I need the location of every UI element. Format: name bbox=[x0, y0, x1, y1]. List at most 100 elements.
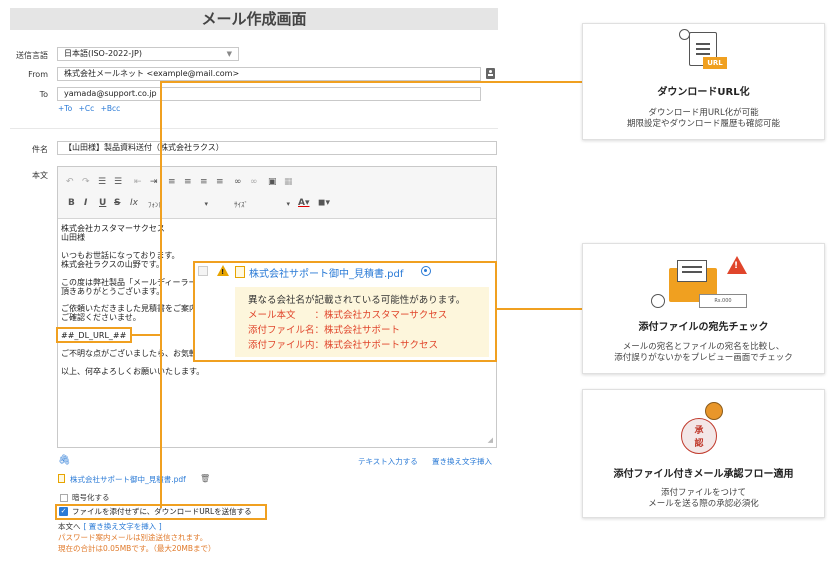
approval-stamp-icon: 承 認 bbox=[681, 418, 717, 454]
bold-icon[interactable]: B bbox=[68, 198, 75, 208]
link-icon[interactable]: ∞ bbox=[234, 177, 242, 187]
eye-icon[interactable] bbox=[421, 266, 431, 276]
from-select[interactable]: 株式会社メールネット <example@mail.com> bbox=[57, 67, 481, 81]
dl-url-label: ファイルを添付せずに、ダウンロードURLを送信する bbox=[72, 507, 252, 516]
size-note: 現在の合計は0.05MBです。（最大20MBまで） bbox=[58, 544, 216, 553]
body-line: ご不明な点がございましたら、お気軽 bbox=[61, 349, 197, 358]
editor-toolbar: ↶ ↷ ☰ ☰ ⇤ ⇥ ≡ ≡ ≡ ≡ ∞ ∞ ▣ ▦ B I U S Ix ﾌ… bbox=[58, 167, 496, 219]
unlink-icon[interactable]: ∞ bbox=[250, 177, 258, 187]
redo-icon[interactable]: ↷ bbox=[82, 177, 90, 187]
subject-label: 件名 bbox=[32, 145, 48, 154]
url-badge: URL bbox=[703, 57, 727, 69]
warning-row-filename: 添付ファイル名：株式会社サポート bbox=[248, 325, 401, 336]
trash-icon[interactable]: 🗑 bbox=[200, 474, 210, 483]
align-center-icon[interactable]: ≡ bbox=[184, 177, 192, 187]
to-label: To bbox=[39, 90, 48, 99]
text-input-link[interactable]: テキスト入力する bbox=[358, 456, 418, 467]
font-select[interactable]: ﾌｫﾝﾄ ▾ bbox=[148, 200, 208, 210]
encrypt-label: 暗号化する bbox=[72, 493, 110, 502]
address-book-icon[interactable] bbox=[486, 68, 495, 79]
body-line: ご依頼いただきました見積書をご案内 bbox=[61, 304, 197, 313]
align-right-icon[interactable]: ≡ bbox=[200, 177, 208, 187]
bg-color-icon[interactable]: ◼▾ bbox=[318, 198, 330, 208]
encrypt-checkbox[interactable] bbox=[60, 494, 68, 502]
add-to-link[interactable]: +To bbox=[58, 104, 72, 113]
table-icon[interactable]: ▦ bbox=[284, 177, 293, 187]
body-line: 株式会社カスタマーサクセス bbox=[61, 224, 165, 233]
card-desc: 期限設定やダウンロード履歴も確認可能 bbox=[626, 119, 780, 129]
feature-card-download-url: URL ダウンロードURL化 ダウンロード用URL化が可能 期限設定やダウンロー… bbox=[582, 23, 825, 140]
stamp-char: 承 bbox=[694, 426, 704, 436]
page-title: メール作成画面 bbox=[10, 8, 498, 30]
body-to-prefix: 本文へ bbox=[58, 522, 81, 531]
connector-line bbox=[131, 334, 161, 336]
feature-card-approval-flow: 承 認 添付ファイル付きメール承認フロー適用 添付ファイルをつけて メールを送る… bbox=[582, 389, 825, 518]
divider bbox=[10, 128, 498, 129]
connector-line bbox=[160, 81, 582, 83]
size-select[interactable]: ｻｲｽﾞ ▾ bbox=[234, 200, 290, 210]
replace-insert-link[interactable]: 置き換え文字挿入 bbox=[432, 456, 492, 467]
card-desc: ダウンロード用URL化が可能 bbox=[648, 108, 759, 118]
body-line: 株式会社ラクスの山野です。 bbox=[61, 260, 164, 269]
dl-url-checkbox[interactable]: ✓ bbox=[59, 507, 68, 516]
insert-placeholder-link[interactable]: [ 置き換え文字を挿入 ] bbox=[84, 522, 162, 531]
resize-handle-icon[interactable]: ◢ bbox=[488, 436, 493, 444]
chevron-down-icon: ▾ bbox=[286, 200, 290, 208]
size-select-label: ｻｲｽﾞ bbox=[234, 201, 248, 209]
doc-card-icon: Rs.000 bbox=[699, 294, 747, 308]
feature-card-attachment-check: ! Rs.000 添付ファイルの宛先チェック メールの宛名とファイルの宛名を比較… bbox=[582, 243, 825, 374]
justify-icon[interactable]: ≡ bbox=[216, 177, 224, 187]
body-line: この度は弊社製品「メールディーラー bbox=[61, 278, 197, 287]
text-color-icon[interactable]: A▾ bbox=[298, 198, 309, 208]
italic-icon[interactable]: I bbox=[84, 198, 87, 208]
paperclip-icon bbox=[679, 29, 690, 40]
charset-label: 送信言語 bbox=[16, 51, 48, 60]
indent-icon[interactable]: ⇥ bbox=[150, 177, 158, 187]
add-bcc-link[interactable]: +Bcc bbox=[101, 104, 121, 113]
align-left-icon[interactable]: ≡ bbox=[168, 177, 176, 187]
checkbox[interactable] bbox=[198, 266, 208, 276]
image-icon[interactable]: ▣ bbox=[268, 177, 277, 187]
body-label: 本文 bbox=[32, 171, 48, 180]
password-note: パスワード案内メールは別途送信されます。 bbox=[58, 533, 208, 542]
card-title: ダウンロードURL化 bbox=[657, 87, 750, 98]
bullet-list-icon[interactable]: ☰ bbox=[114, 177, 122, 187]
add-cc-link[interactable]: +Cc bbox=[79, 104, 95, 113]
warning-row-body: メール本文 ：株式会社カスタマーサクセス bbox=[248, 310, 448, 321]
card-desc: 添付ファイルをつけて bbox=[660, 488, 746, 498]
warning-row-filecontent: 添付ファイル内：株式会社サポートサクセス bbox=[248, 340, 439, 351]
numbered-list-icon[interactable]: ☰ bbox=[98, 177, 106, 187]
chevron-down-icon: ▼ bbox=[226, 50, 232, 58]
body-line: 以上、何卒よろしくお願いいたします。 bbox=[61, 367, 205, 376]
card-desc: 添付誤りがないかをプレビュー画面でチェック bbox=[614, 353, 793, 363]
placeholder-highlight bbox=[56, 327, 132, 343]
underline-icon[interactable]: U bbox=[99, 198, 106, 208]
charset-select[interactable]: 日本語(ISO-2022-JP) ▼ bbox=[57, 47, 239, 61]
undo-icon[interactable]: ↶ bbox=[66, 177, 74, 187]
card-desc: メールの宛名とファイルの宛名を比較し、 bbox=[622, 342, 785, 352]
connector-line bbox=[160, 81, 162, 508]
card-title: 添付ファイルの宛先チェック bbox=[638, 322, 769, 333]
pin-icon bbox=[705, 402, 723, 420]
chevron-down-icon: ▾ bbox=[204, 200, 208, 208]
body-to-line: 本文へ[ 置き換え文字を挿入 ] bbox=[58, 522, 162, 532]
attachment-check-popup: ! 株式会社サポート御中_見積書.pdf 異なる会社名が記載されている可能性があ… bbox=[193, 261, 497, 362]
paperclip-icon[interactable]: 🖇 bbox=[58, 455, 71, 466]
warning-icon-mark: ! bbox=[221, 268, 225, 276]
attachment-filename[interactable]: 株式会社サポート御中_見積書.pdf bbox=[70, 474, 186, 485]
card-title: 添付ファイル付きメール承認フロー適用 bbox=[613, 469, 794, 480]
body-line: 山田様 bbox=[61, 233, 85, 242]
recipient-add-links: +To +Cc +Bcc bbox=[58, 104, 120, 113]
clear-format-icon[interactable]: Ix bbox=[130, 198, 138, 208]
body-line: ご確認くださいませ。 bbox=[61, 313, 141, 322]
paperclip-icon bbox=[651, 294, 665, 308]
warning-message-box: 異なる会社名が記載されている可能性があります。 メール本文 ：株式会社カスタマー… bbox=[235, 287, 489, 357]
to-input[interactable]: yamada@support.co.jp bbox=[57, 87, 481, 101]
alert-icon-mark: ! bbox=[734, 261, 739, 271]
outdent-icon[interactable]: ⇤ bbox=[134, 177, 142, 187]
subject-input[interactable]: 【山田様】製品資料送付（株式会社ラクス） bbox=[57, 141, 497, 155]
strikethrough-icon[interactable]: S bbox=[114, 198, 120, 208]
from-label: From bbox=[28, 70, 48, 79]
charset-value: 日本語(ISO-2022-JP) bbox=[64, 49, 142, 58]
attachment-preview-link[interactable]: 株式会社サポート御中_見積書.pdf bbox=[249, 265, 403, 280]
